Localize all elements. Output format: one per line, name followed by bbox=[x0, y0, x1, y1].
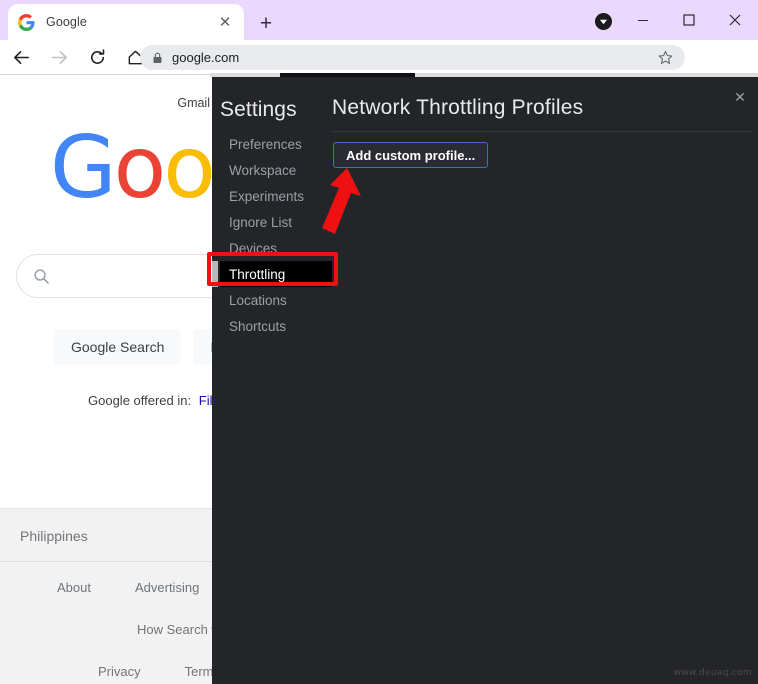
footer-country: Philippines bbox=[20, 528, 88, 544]
add-custom-profile-button[interactable]: Add custom profile... bbox=[333, 142, 489, 168]
sidebar-item-locations[interactable]: Locations bbox=[220, 287, 332, 313]
footer-link[interactable]: Privacy bbox=[98, 664, 141, 679]
sidebar-item-label: Workspace bbox=[229, 162, 297, 178]
minimize-icon[interactable] bbox=[620, 0, 666, 40]
sidebar-item-label: Experiments bbox=[229, 188, 305, 204]
tab-title: Google bbox=[46, 15, 87, 29]
watermark: www.deuaq.com bbox=[673, 668, 752, 678]
settings-sidebar: Settings Preferences Workspace Experimen… bbox=[212, 77, 332, 684]
star-icon[interactable] bbox=[655, 50, 675, 65]
browser-tab[interactable]: Google ✕ bbox=[8, 4, 244, 40]
sidebar-item-throttling[interactable]: Throttling bbox=[212, 261, 332, 287]
tab-close-icon[interactable]: ✕ bbox=[216, 13, 234, 31]
settings-title: Settings bbox=[220, 98, 297, 121]
footer-link[interactable]: About bbox=[57, 580, 91, 595]
sidebar-item-workspace[interactable]: Workspace bbox=[220, 157, 332, 183]
forward-button-icon[interactable] bbox=[42, 40, 76, 74]
sidebar-item-devices[interactable]: Devices bbox=[220, 235, 332, 261]
tab-strip: Google ✕ + bbox=[0, 0, 758, 40]
google-favicon-icon bbox=[18, 13, 35, 31]
window-controls bbox=[620, 0, 758, 40]
window-close-icon[interactable] bbox=[712, 0, 758, 40]
browser-toolbar: google.com S bbox=[0, 40, 758, 108]
chevron-down-circle-icon[interactable] bbox=[595, 13, 612, 30]
maximize-icon[interactable] bbox=[666, 0, 712, 40]
sidebar-item-label: Ignore List bbox=[229, 214, 293, 230]
sidebar-item-experiments[interactable]: Experiments bbox=[220, 183, 332, 209]
language-offer-label: Google offered in: bbox=[88, 393, 192, 408]
back-button-icon[interactable] bbox=[4, 40, 38, 74]
address-bar[interactable]: google.com bbox=[140, 45, 685, 70]
page-title: Network Throttling Profiles bbox=[332, 96, 584, 119]
new-tab-button[interactable]: + bbox=[252, 9, 280, 37]
address-bar-url[interactable]: google.com bbox=[172, 50, 655, 65]
reload-button-icon[interactable] bbox=[80, 40, 114, 74]
browser-window: Google ✕ + google.com Gmail Goo Google S… bbox=[0, 0, 758, 684]
google-search-button[interactable]: Google Search bbox=[54, 329, 182, 365]
sidebar-item-label: Preferences bbox=[229, 136, 302, 152]
sidebar-item-label: Devices bbox=[229, 240, 278, 256]
gmail-link[interactable]: Gmail bbox=[177, 96, 210, 110]
footer-link[interactable]: Advertising bbox=[135, 580, 199, 595]
sidebar-item-preferences[interactable]: Preferences bbox=[220, 131, 332, 157]
devtools-settings-panel: ✕ Settings Preferences Workspace Experim… bbox=[210, 73, 758, 684]
content-divider bbox=[332, 131, 752, 132]
sidebar-item-label: Shortcuts bbox=[229, 318, 287, 334]
sidebar-item-label: Locations bbox=[229, 292, 287, 308]
sidebar-item-label: Throttling bbox=[229, 266, 286, 282]
sidebar-item-shortcuts[interactable]: Shortcuts bbox=[220, 313, 332, 339]
settings-nav-list: Preferences Workspace Experiments Ignore… bbox=[212, 131, 332, 339]
lock-icon bbox=[150, 52, 164, 64]
search-icon bbox=[33, 268, 53, 285]
sidebar-item-ignore-list[interactable]: Ignore List bbox=[220, 209, 332, 235]
settings-content: Network Throttling Profiles Add custom p… bbox=[332, 77, 758, 684]
